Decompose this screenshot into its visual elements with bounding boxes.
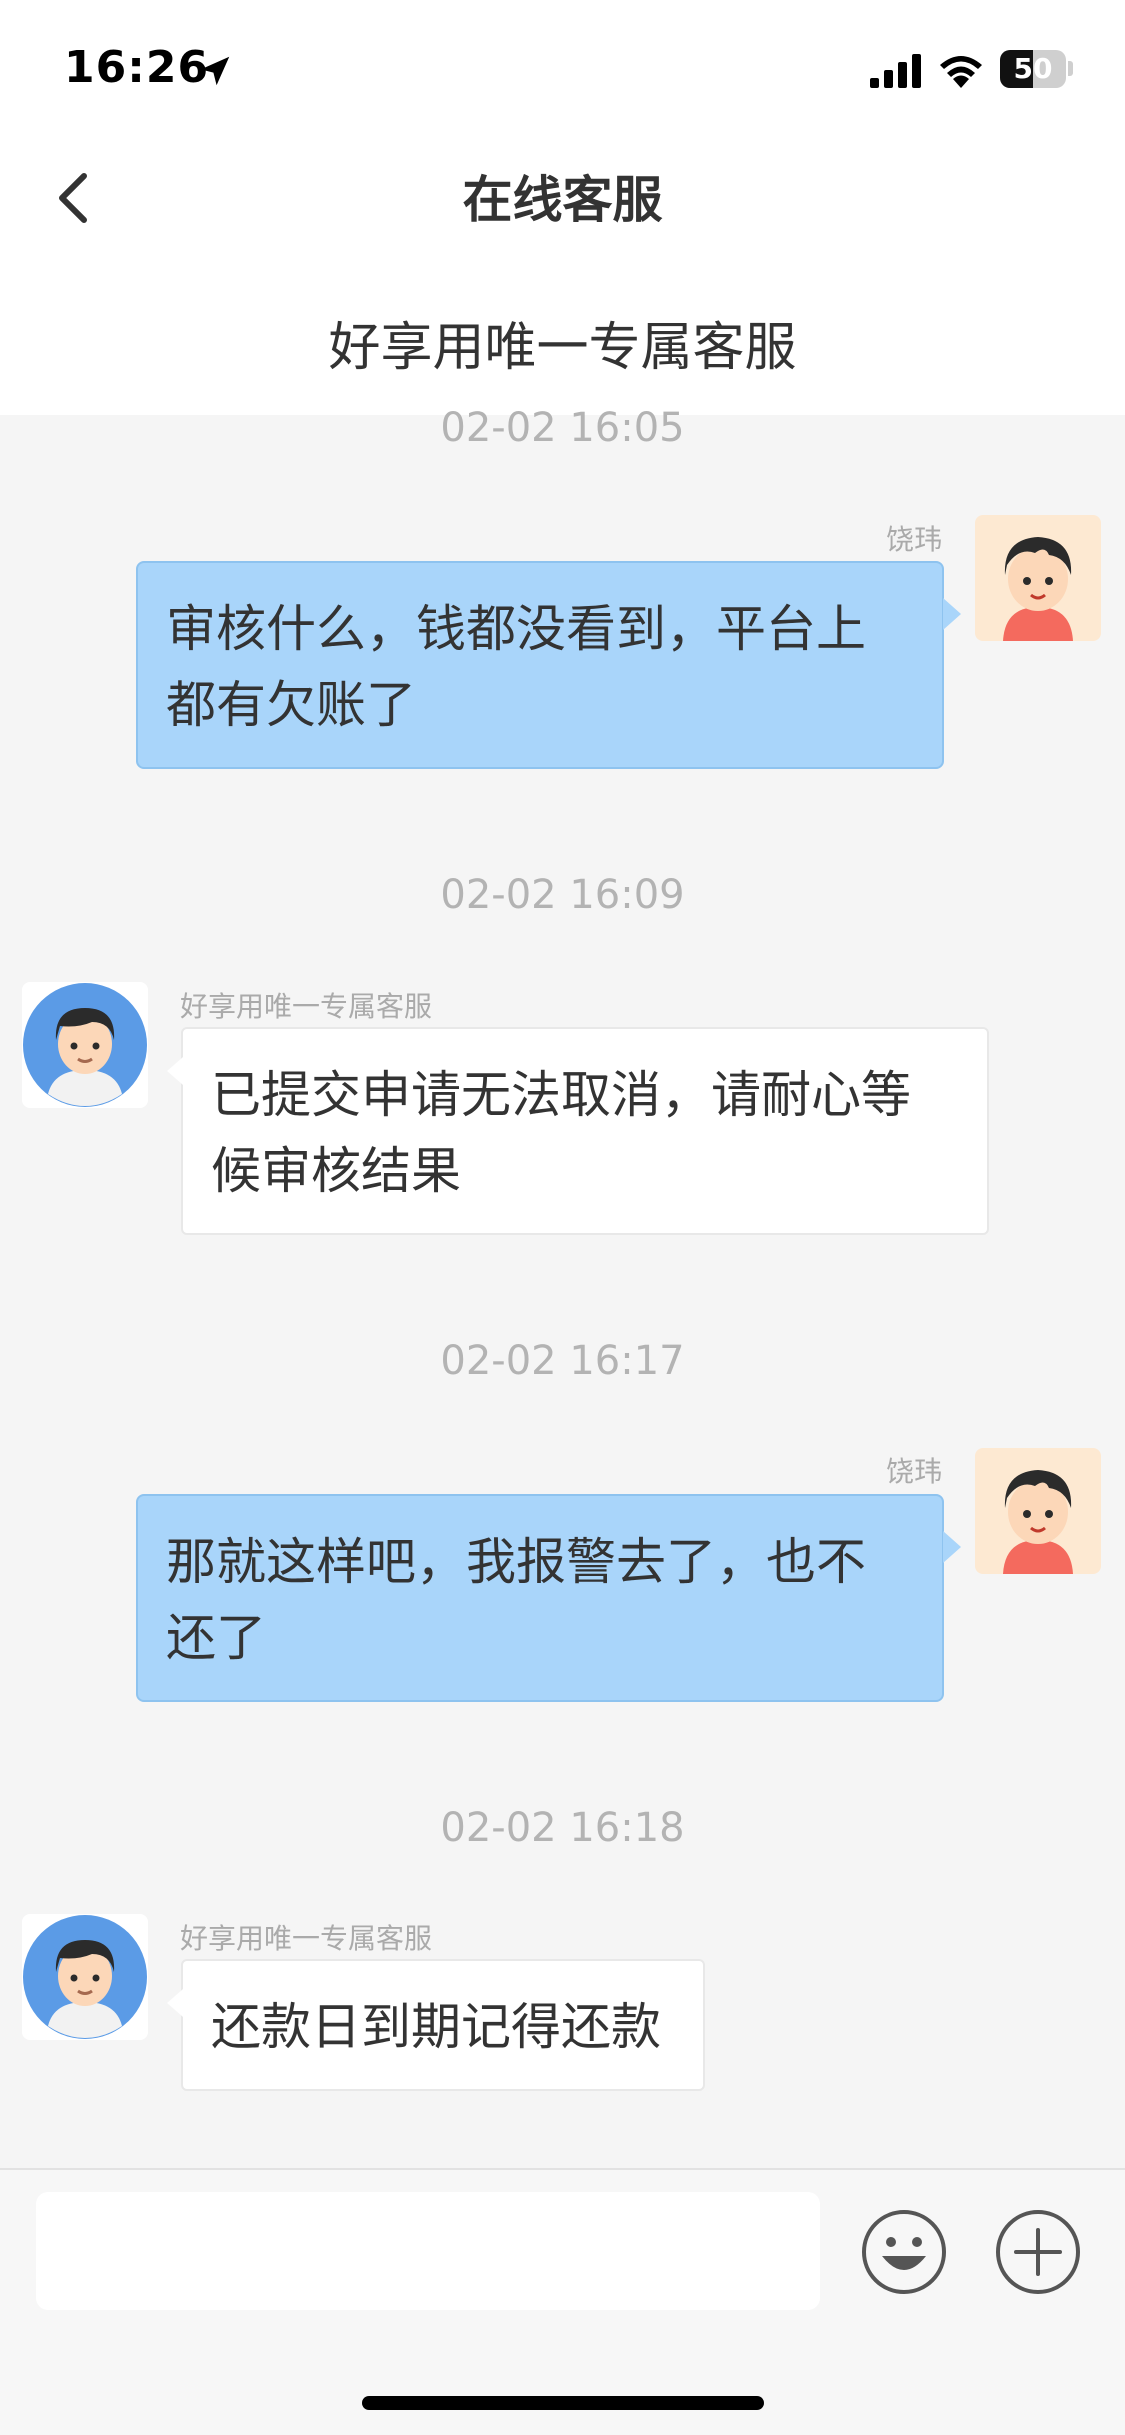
message-line: 审核什么，钱都没看到，平台上 — [166, 600, 866, 658]
user-avatar[interactable] — [975, 515, 1101, 641]
plus-circle-icon[interactable] — [994, 2208, 1082, 2296]
message-timestamp: 02-02 16:18 — [440, 1805, 685, 1851]
sender-name: 好享用唯一专属客服 — [180, 1922, 433, 1955]
message-timestamp: 02-02 16:09 — [440, 872, 685, 918]
status-bar: 16:26 50 — [0, 0, 1125, 140]
chat-bubble-received: 还款日到期记得还款 — [181, 1959, 705, 2091]
agent-avatar[interactable] — [22, 982, 148, 1108]
page-subtitle: 好享用唯一专属客服 — [328, 318, 797, 378]
location-arrow-icon — [200, 56, 230, 86]
status-time: 16:26 — [64, 42, 210, 93]
wifi-icon — [940, 56, 982, 88]
message-line: 已提交申请无法取消，请耐心等 — [211, 1066, 911, 1124]
message-line: 候审核结果 — [211, 1142, 461, 1200]
message-timestamp: 02-02 16:17 — [440, 1338, 685, 1384]
page-title: 在线客服 — [462, 171, 663, 229]
emoji-smile-icon[interactable] — [860, 2208, 948, 2296]
message-line: 还了 — [166, 1609, 266, 1667]
user-avatar[interactable] — [975, 1448, 1101, 1574]
battery-icon: 50 — [1000, 50, 1066, 88]
battery-level: 50 — [1013, 52, 1053, 85]
message-timestamp: 02-02 16:05 — [440, 405, 685, 451]
sender-name: 好享用唯一专属客服 — [180, 990, 433, 1023]
home-indicator — [362, 2396, 764, 2410]
message-line: 都有欠账了 — [166, 676, 416, 734]
signal-icon — [870, 54, 921, 88]
message-line: 还款日到期记得还款 — [211, 1998, 661, 2056]
chat-bubble-received: 已提交申请无法取消，请耐心等 候审核结果 — [181, 1027, 989, 1235]
message-input[interactable] — [36, 2192, 820, 2310]
message-line: 那就这样吧，我报警去了，也不 — [166, 1533, 866, 1591]
agent-avatar[interactable] — [22, 1914, 148, 2040]
chat-bubble-sent: 那就这样吧，我报警去了，也不 还了 — [136, 1494, 944, 1702]
chat-bubble-sent: 审核什么，钱都没看到，平台上 都有欠账了 — [136, 561, 944, 769]
sender-name: 饶玮 — [885, 523, 942, 556]
sender-name: 饶玮 — [885, 1455, 942, 1488]
